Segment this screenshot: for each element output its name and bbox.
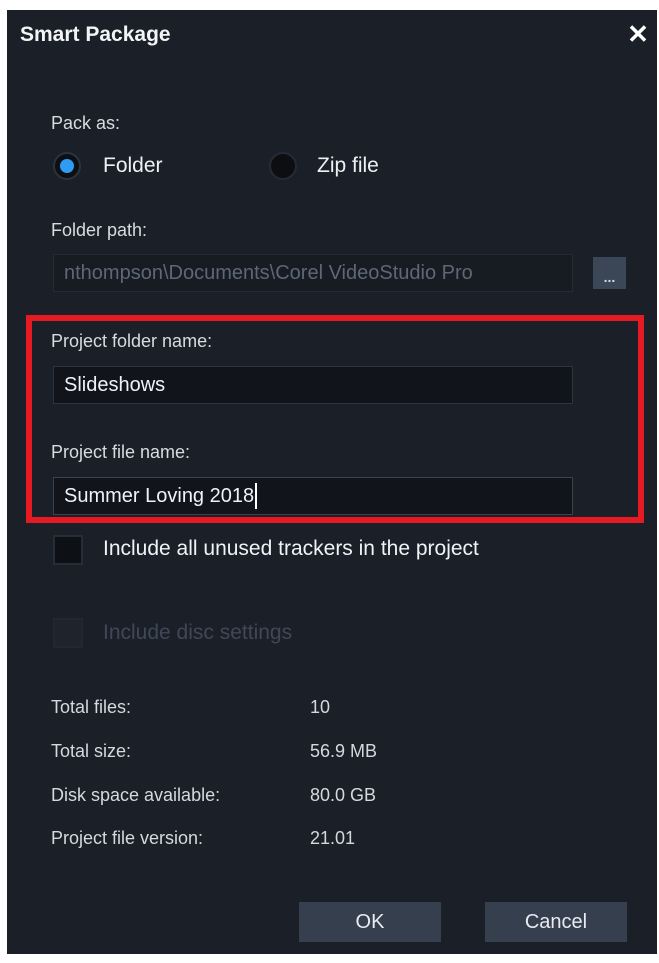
include-disc-settings-label: Include disc settings	[103, 621, 293, 644]
project-file-name-value: Summer Loving 2018	[64, 484, 255, 507]
total-files-value: 10	[310, 697, 331, 717]
total-files-label: Total files:	[51, 697, 132, 717]
project-file-version-value: 21.01	[310, 828, 356, 848]
dialog-title: Smart Package	[20, 23, 171, 46]
disk-space-label: Disk space available:	[51, 785, 221, 805]
cancel-button[interactable]: Cancel	[485, 902, 627, 942]
folder-path-input[interactable]	[53, 254, 573, 292]
include-trackers-label[interactable]: Include all unused trackers in the proje…	[103, 537, 479, 561]
radio-zip-file[interactable]	[269, 152, 297, 180]
project-folder-name-label: Project folder name:	[51, 331, 213, 351]
ok-button[interactable]: OK	[299, 902, 441, 942]
radio-folder[interactable]	[53, 152, 81, 180]
close-icon: ✕	[627, 18, 649, 49]
disk-space-value: 80.0 GB	[310, 785, 377, 805]
smart-package-dialog: Smart Package ✕ Pack as: Folder Zip file…	[7, 10, 657, 954]
project-folder-name-input[interactable]	[53, 366, 573, 404]
total-size-value: 56.9 MB	[310, 741, 378, 761]
project-file-version-label: Project file version:	[51, 828, 204, 848]
pack-as-label: Pack as:	[51, 113, 121, 133]
total-size-label: Total size:	[51, 741, 132, 761]
radio-zip-file-label[interactable]: Zip file	[317, 154, 379, 178]
project-file-name-label: Project file name:	[51, 442, 191, 462]
folder-path-label: Folder path:	[51, 220, 148, 240]
radio-folder-label[interactable]: Folder	[103, 154, 163, 178]
text-caret	[255, 483, 258, 509]
close-button[interactable]: ✕	[625, 18, 651, 49]
browse-button[interactable]: ...	[593, 257, 626, 289]
include-disc-settings-checkbox	[53, 618, 83, 648]
include-trackers-checkbox[interactable]	[53, 535, 83, 565]
project-file-name-input[interactable]: Summer Loving 2018	[53, 477, 573, 515]
